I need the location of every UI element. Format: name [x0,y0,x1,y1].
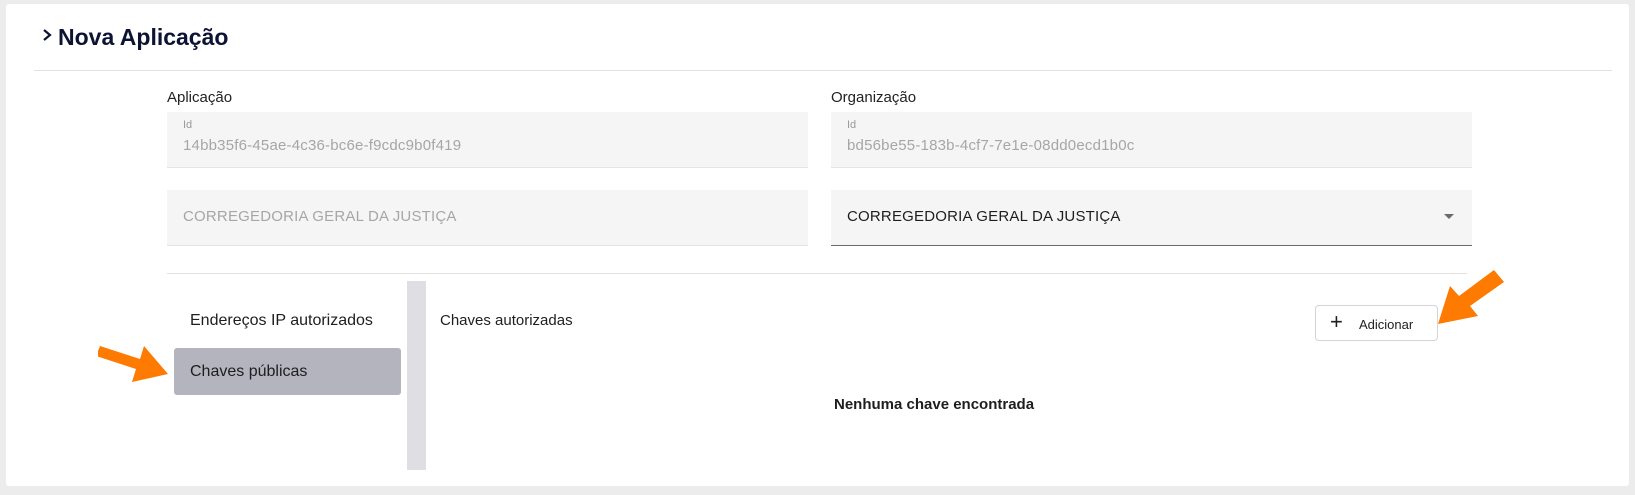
nav-item-enderecos-ip[interactable]: Endereços IP autorizados [174,297,401,344]
add-button-label: Adicionar [1359,317,1414,332]
aplicacao-name-field: CORREGEDORIA GERAL DA JUSTIÇA [167,190,808,246]
aplicacao-id-label: Id [183,119,193,131]
nav-item-chaves-publicas[interactable]: Chaves públicas [174,348,401,395]
aplicacao-id-value: 14bb35f6-45ae-4c36-bc6e-f9cdc9b0f419 [183,137,462,154]
organizacao-id-value: bd56be55-183b-4cf7-7e1e-08dd0ecd1b0c [847,137,1135,154]
aplicacao-id-field: Id 14bb35f6-45ae-4c36-bc6e-f9cdc9b0f419 [167,112,808,168]
page-title: Nova Aplicação [58,24,229,50]
organizacao-id-label: Id [847,119,857,131]
nav-separator [407,281,426,470]
plus-icon: + [1330,309,1343,334]
annotation-arrow-icon [1438,270,1504,324]
add-key-button[interactable]: + Adicionar [1315,305,1438,341]
annotation-arrow-icon [98,346,168,382]
section-divider [167,273,1467,274]
organizacao-select-value: CORREGEDORIA GERAL DA JUSTIÇA [847,208,1121,225]
panel-title: Chaves autorizadas [440,312,573,329]
aplicacao-section-label: Aplicação [167,89,233,106]
page-header: Nova Aplicação [34,4,1612,71]
organizacao-section-label: Organização [831,89,917,106]
organizacao-id-field: Id bd56be55-183b-4cf7-7e1e-08dd0ecd1b0c [831,112,1472,168]
organizacao-select[interactable]: CORREGEDORIA GERAL DA JUSTIÇA [831,190,1472,246]
aplicacao-name-value: CORREGEDORIA GERAL DA JUSTIÇA [183,208,457,225]
chevron-right-icon[interactable] [40,28,54,42]
empty-state-message: Nenhuma chave encontrada [834,396,1035,413]
chevron-down-icon[interactable] [1444,214,1454,219]
